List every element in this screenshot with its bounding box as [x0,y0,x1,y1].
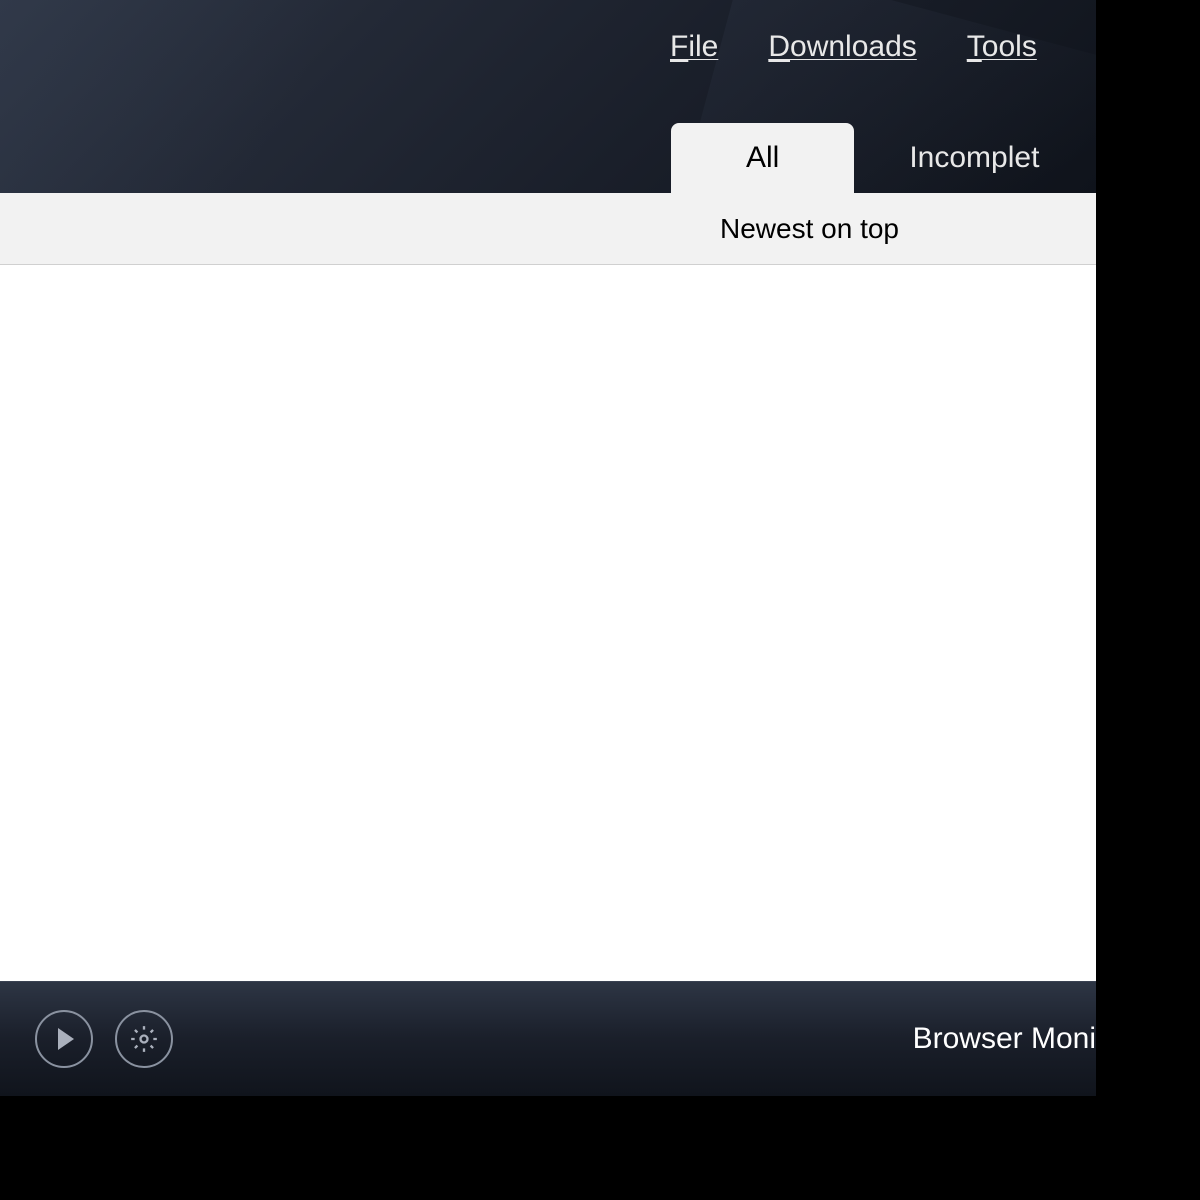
menu-bar: File Downloads Tools [0,30,1096,64]
footer-icons [35,1010,173,1068]
footer-status: Browser Moni [913,1022,1096,1056]
tab-bar: All Incomplet [0,123,1096,193]
sort-bar: Newest on top [0,193,1096,265]
tab-all[interactable]: All [671,123,854,193]
content-area [0,265,1096,981]
play-icon [58,1028,74,1050]
footer: Browser Moni [0,981,1096,1096]
tab-incomplete[interactable]: Incomplet [854,123,1094,193]
settings-button[interactable] [115,1010,173,1068]
header: File Downloads Tools All Incomplet [0,0,1096,193]
play-button[interactable] [35,1010,93,1068]
gear-icon [130,1025,158,1053]
sort-dropdown[interactable]: Newest on top [720,213,899,245]
menu-file[interactable]: File [670,30,718,64]
menu-tools[interactable]: Tools [967,30,1037,64]
menu-downloads[interactable]: Downloads [768,30,916,64]
app-window: File Downloads Tools All Incomplet Newes… [0,0,1096,1096]
